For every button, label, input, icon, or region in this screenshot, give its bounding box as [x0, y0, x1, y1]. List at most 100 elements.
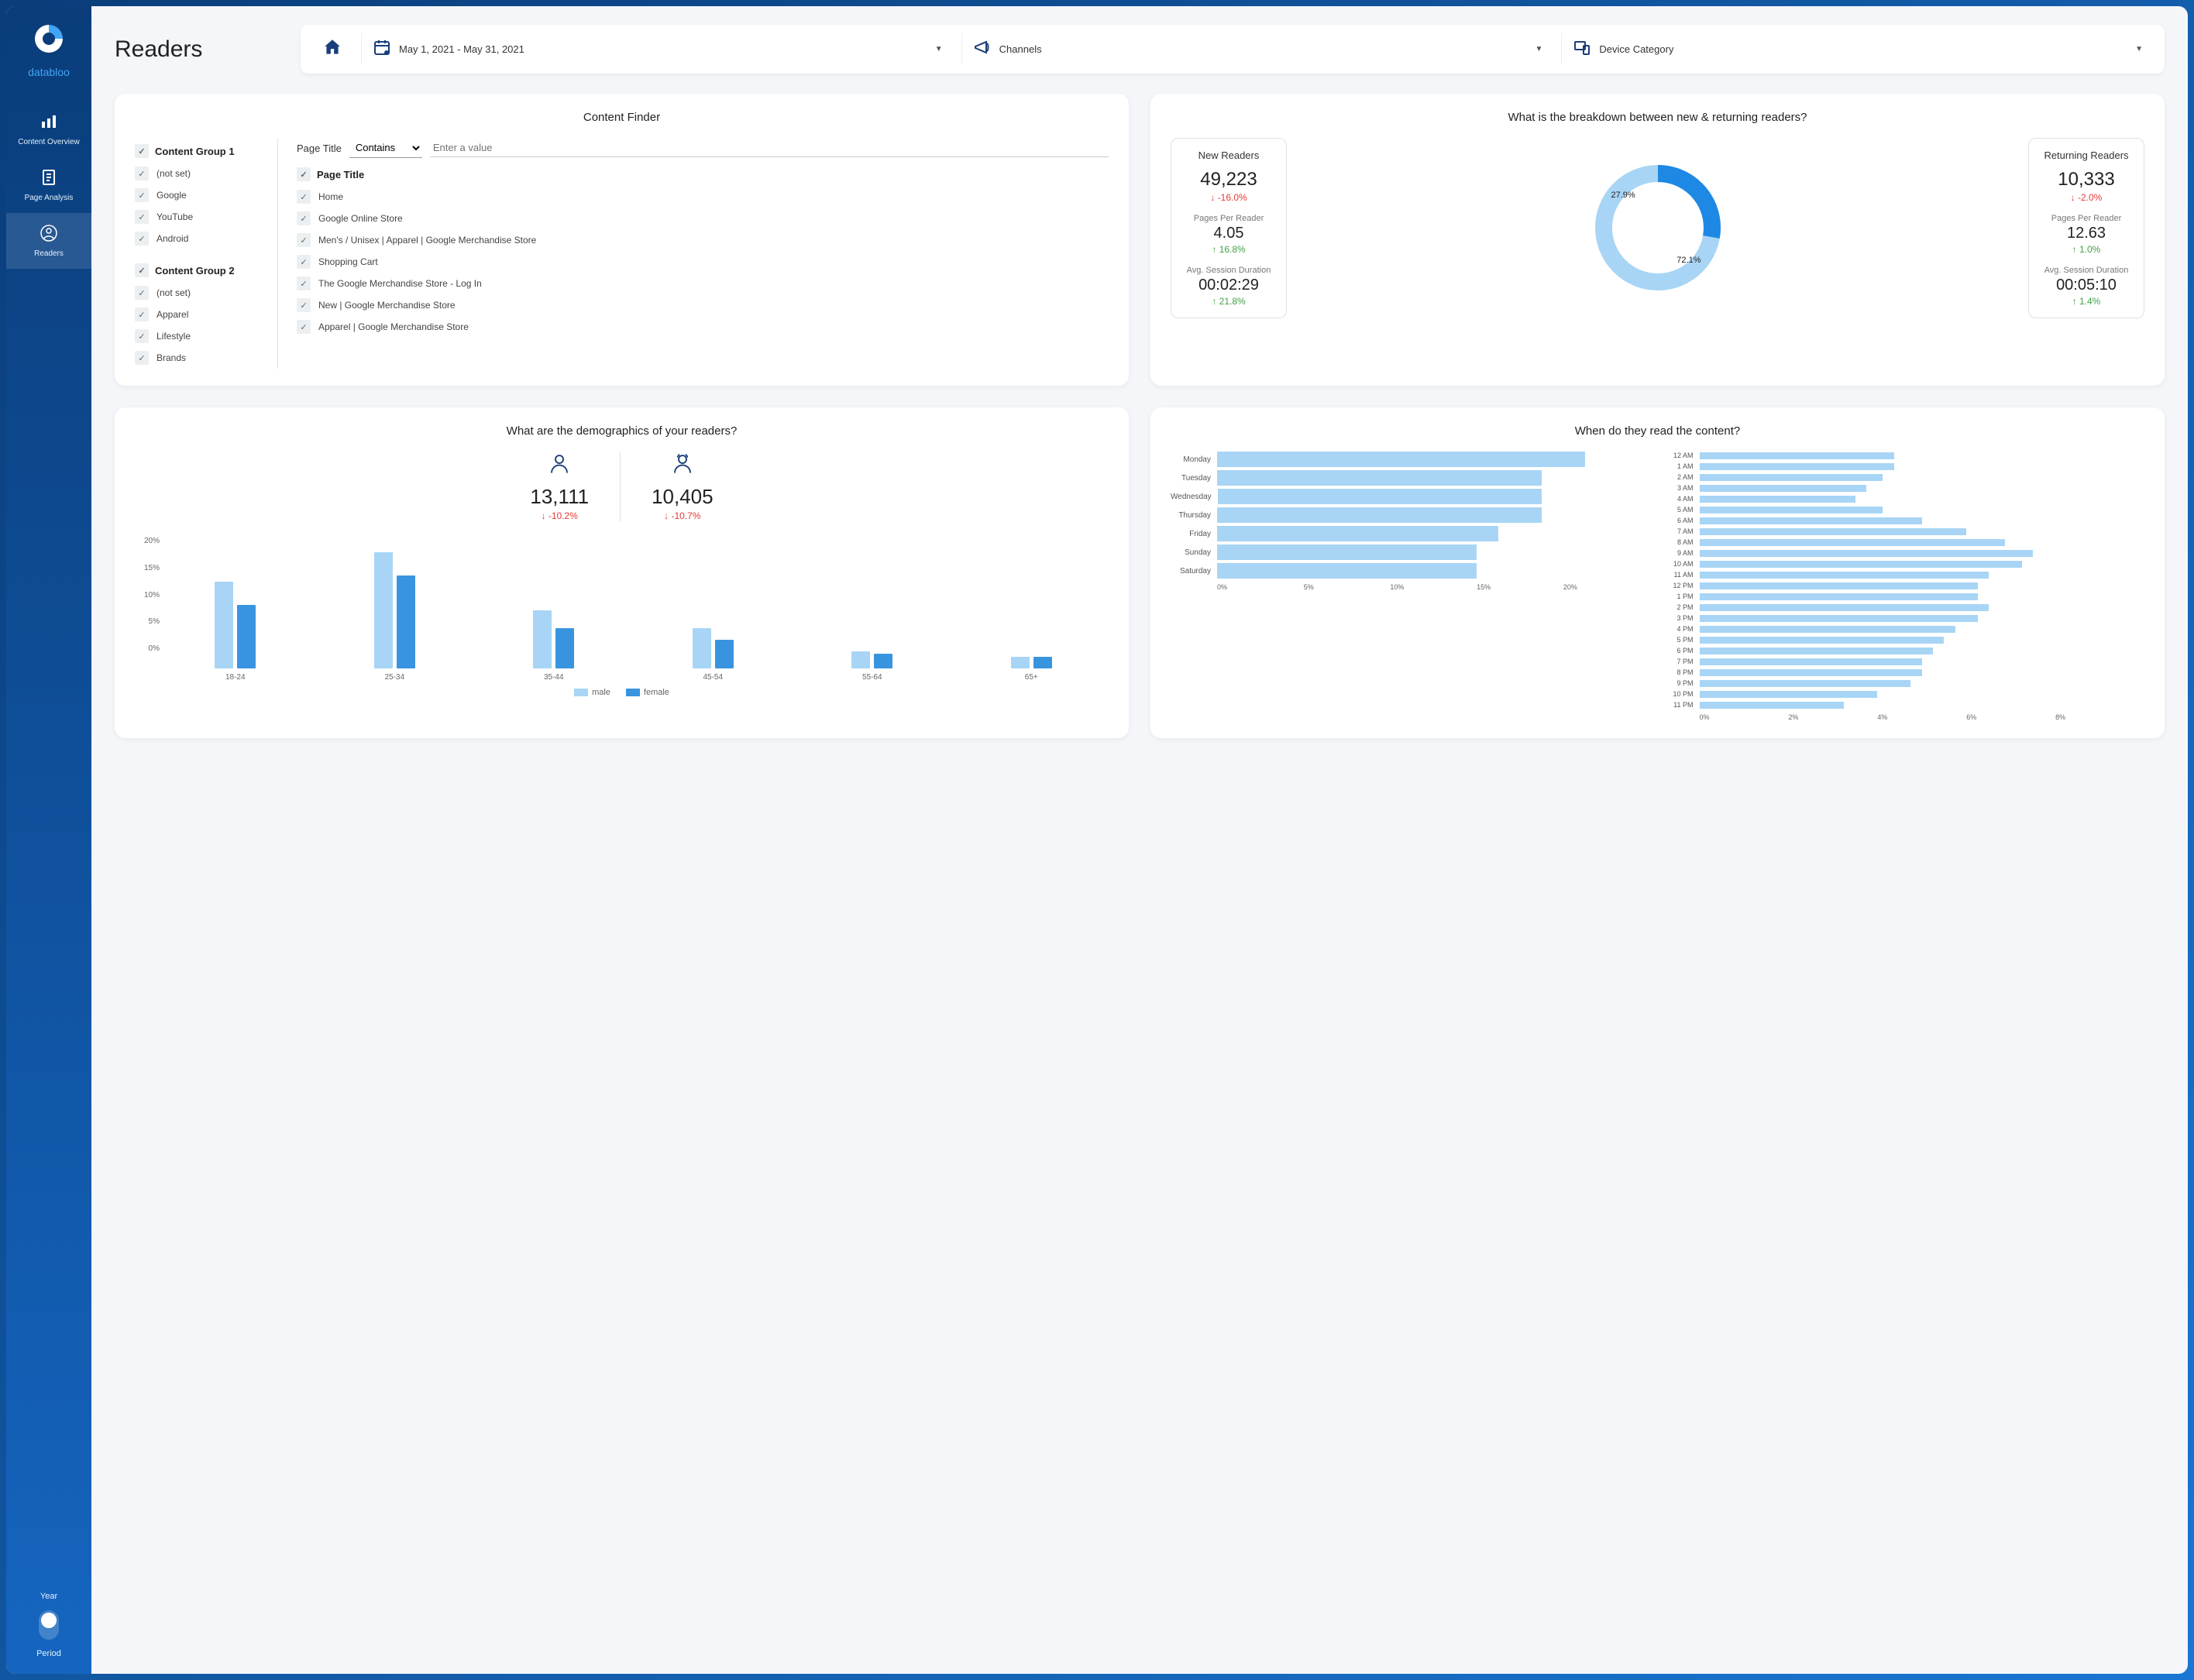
legend-male: male: [592, 688, 610, 697]
logo-icon: [32, 22, 66, 60]
period-label: Period: [36, 1649, 61, 1658]
checkbox[interactable]: ✓: [135, 232, 149, 246]
home-button[interactable]: [311, 33, 353, 66]
list-item[interactable]: ✓Google Online Store: [297, 208, 1109, 229]
checkbox[interactable]: ✓: [297, 255, 311, 269]
age-bar-chart: [135, 537, 1109, 668]
checkbox[interactable]: ✓: [135, 286, 149, 300]
metric-value: 10,333: [2035, 169, 2137, 191]
returning-readers-box: Returning Readers 10,333 ↓ -2.0% Pages P…: [2028, 138, 2144, 318]
male-count: 13,111: [530, 485, 589, 509]
page-title-header: Page Title: [317, 169, 364, 180]
list-item[interactable]: ✓The Google Merchandise Store - Log In: [297, 273, 1109, 294]
checkbox[interactable]: ✓: [135, 167, 149, 180]
list-item[interactable]: ✓Men's / Unisex | Apparel | Google Merch…: [297, 229, 1109, 251]
list-item[interactable]: ✓Google: [135, 184, 259, 206]
checkbox[interactable]: ✓: [297, 167, 311, 181]
checkbox[interactable]: ✓: [297, 320, 311, 334]
list-item[interactable]: ✓Brands: [135, 347, 259, 369]
female-count: 10,405: [652, 485, 714, 509]
nav-readers[interactable]: Readers: [6, 213, 91, 269]
group-title: Content Group 2: [155, 265, 235, 277]
metric-delta: ↑ 16.8%: [1178, 244, 1280, 255]
male-delta: ↓ -10.2%: [530, 510, 589, 521]
user-circle-icon: [40, 224, 58, 245]
metric-sub-value: 00:05:10: [2035, 277, 2137, 294]
nav-page-analysis[interactable]: Page Analysis: [6, 157, 91, 213]
timing-card: When do they read the content? MondayTue…: [1150, 407, 2165, 738]
page-title: Readers: [115, 36, 285, 63]
card-title: When do they read the content?: [1171, 424, 2144, 438]
metric-delta: ↑ 1.0%: [2035, 244, 2137, 255]
checkbox[interactable]: ✓: [135, 351, 149, 365]
chevron-down-icon: ▼: [2135, 45, 2143, 53]
group-title: Content Group 1: [155, 146, 235, 157]
female-icon: [671, 452, 694, 475]
channels-label: Channels: [999, 43, 1042, 55]
document-icon: [40, 168, 58, 189]
list-item[interactable]: ✓YouTube: [135, 206, 259, 228]
male-icon: [548, 452, 571, 475]
year-label: Year: [40, 1592, 57, 1601]
nav-label: Page Analysis: [25, 194, 74, 202]
year-period-toggle[interactable]: [39, 1610, 59, 1640]
list-item[interactable]: ✓(not set): [135, 163, 259, 184]
nav-content-overview[interactable]: Content Overview: [6, 101, 91, 157]
new-readers-box: New Readers 49,223 ↓ -16.0% Pages Per Re…: [1171, 138, 1287, 318]
metric-delta: ↓ -2.0%: [2035, 192, 2137, 203]
device-filter[interactable]: Device Category ▼: [1561, 33, 2154, 65]
date-range-filter[interactable]: May 1, 2021 - May 31, 2021 ▼: [361, 33, 954, 65]
checkbox[interactable]: ✓: [135, 307, 149, 321]
checkbox[interactable]: ✓: [297, 211, 311, 225]
list-item[interactable]: ✓Apparel: [135, 304, 259, 325]
hour-of-day-chart: 12 AM1 AM2 AM3 AM4 AM5 AM6 AM7 AM8 AM9 A…: [1666, 452, 2145, 721]
bar-chart-icon: [40, 112, 58, 133]
list-item[interactable]: ✓Apparel | Google Merchandise Store: [297, 316, 1109, 338]
female-delta: ↓ -10.7%: [652, 510, 714, 521]
date-range-value: May 1, 2021 - May 31, 2021: [399, 43, 524, 55]
list-item[interactable]: ✓Shopping Cart: [297, 251, 1109, 273]
home-icon: [322, 37, 342, 57]
metric-delta: ↑ 21.8%: [1178, 296, 1280, 307]
list-item[interactable]: ✓Android: [135, 228, 259, 249]
chevron-down-icon: ▼: [935, 45, 943, 53]
checkbox[interactable]: ✓: [135, 329, 149, 343]
list-item[interactable]: ✓Lifestyle: [135, 325, 259, 347]
metric-sub-value: 00:02:29: [1178, 277, 1280, 294]
metric-title: Returning Readers: [2035, 149, 2137, 163]
calendar-icon: [373, 38, 391, 60]
contains-select[interactable]: Contains: [349, 138, 422, 158]
megaphone-icon: [973, 38, 992, 60]
card-title: What are the demographics of your reader…: [135, 424, 1109, 438]
checkbox[interactable]: ✓: [135, 210, 149, 224]
metric-sub-value: 12.63: [2035, 225, 2137, 242]
metric-delta: ↓ -16.0%: [1178, 192, 1280, 203]
list-item[interactable]: ✓New | Google Merchandise Store: [297, 294, 1109, 316]
checkbox[interactable]: ✓: [297, 298, 311, 312]
checkbox[interactable]: ✓: [297, 190, 311, 204]
checkbox[interactable]: ✓: [135, 188, 149, 202]
content-finder-card: Content Finder ✓Content Group 1 ✓(not se…: [115, 94, 1129, 386]
checkbox[interactable]: ✓: [297, 277, 311, 290]
channels-filter[interactable]: Channels ▼: [961, 33, 1554, 65]
metric-sub-label: Avg. Session Duration: [2035, 266, 2137, 275]
sidebar: databloo Content Overview Page Analysis …: [6, 6, 91, 1674]
donut-chart: 27.9% 72.1%: [1588, 158, 1728, 297]
checkbox[interactable]: ✓: [135, 144, 149, 158]
nav-label: Readers: [34, 249, 64, 258]
metric-value: 49,223: [1178, 169, 1280, 191]
list-item[interactable]: ✓(not set): [135, 282, 259, 304]
breakdown-card: What is the breakdown between new & retu…: [1150, 94, 2165, 386]
legend-female: female: [644, 688, 669, 697]
checkbox[interactable]: ✓: [135, 263, 149, 277]
filter-bar: May 1, 2021 - May 31, 2021 ▼ Channels ▼ …: [301, 25, 2165, 74]
metric-sub-label: Pages Per Reader: [1178, 214, 1280, 223]
metric-sub-label: Avg. Session Duration: [1178, 266, 1280, 275]
metric-sub-label: Pages Per Reader: [2035, 214, 2137, 223]
value-input[interactable]: [430, 139, 1109, 157]
devices-icon: [1573, 38, 1591, 60]
nav-label: Content Overview: [18, 138, 79, 146]
list-item[interactable]: ✓Home: [297, 186, 1109, 208]
donut-label-new: 27.9%: [1611, 191, 1635, 200]
checkbox[interactable]: ✓: [297, 233, 311, 247]
